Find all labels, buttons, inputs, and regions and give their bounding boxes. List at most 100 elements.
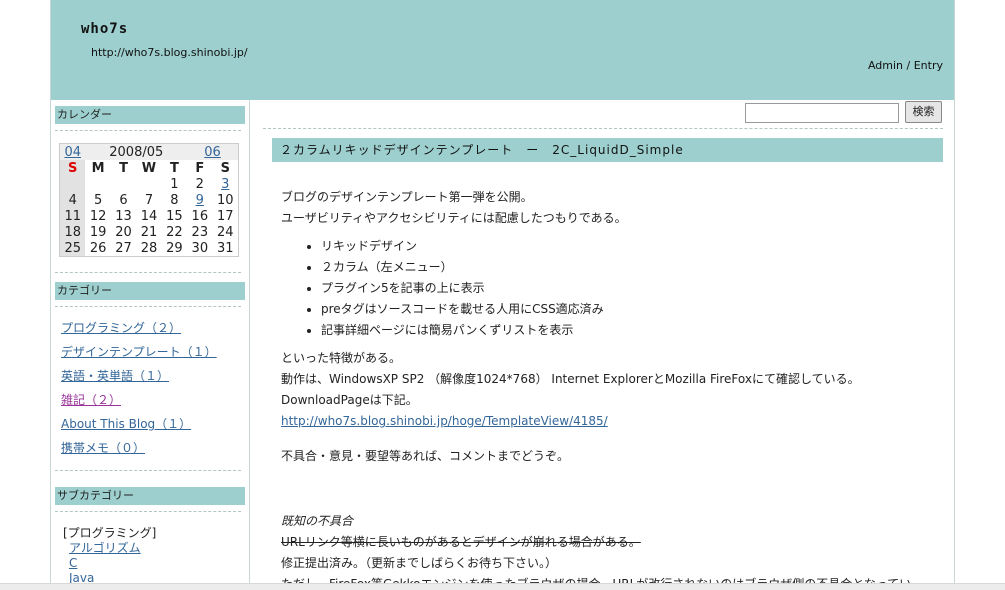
admin-separator: /: [906, 59, 911, 72]
calendar-day: 13: [115, 208, 132, 224]
entry-paragraph: といった特徴がある。: [281, 351, 402, 365]
calendar-week: 4 5 6 7 8 9 10: [60, 192, 238, 208]
list-item: 記事詳細ページには簡易パンくずリストを表示: [321, 320, 931, 341]
calendar-day: 14: [140, 208, 158, 224]
calendar-week: 18 19 20 21 22 23 24: [60, 224, 238, 240]
calendar: 04 2008/05 06 S M T W T F S 1 2 3 4 5 6 …: [59, 143, 239, 257]
calendar-day: 18: [60, 224, 86, 240]
calendar-day-link[interactable]: 3: [221, 177, 229, 192]
calendar-week: 11 12 13 14 15 16 17: [60, 208, 238, 224]
feature-list: リキッドデザイン ２カラム（左メニュー） プラグイン5を記事の上に表示 preタ…: [281, 236, 931, 341]
divider: [55, 306, 241, 307]
list-item: リキッドデザイン: [321, 236, 931, 257]
calendar-week: 25 26 27 28 29 30 31: [60, 240, 238, 256]
category-link-english[interactable]: 英語・英単語（１）: [61, 364, 217, 388]
divider: [55, 130, 241, 131]
sidebar: カレンダー 04 2008/05 06 S M T W T F S 1 2 3 …: [51, 100, 250, 589]
admin-links: Admin / Entry: [868, 59, 943, 72]
admin-link[interactable]: Admin: [868, 59, 903, 72]
weekday-label: T: [169, 160, 179, 176]
calendar-day: 26: [89, 240, 107, 256]
calendar-day: 28: [140, 240, 158, 256]
entry-title[interactable]: ２カラムリキッドデザインテンプレート ー 2C_LiquidD_Simple: [272, 138, 943, 162]
divider: [55, 470, 241, 471]
calendar-day: [60, 176, 86, 192]
entry-link[interactable]: Entry: [914, 59, 943, 72]
entry-paragraph: 修正提出済み。（更新までしばらくお待ち下さい。）: [281, 556, 558, 570]
calendar-weekdays: S M T W T F S: [60, 160, 238, 176]
calendar-day: 2: [195, 176, 204, 192]
weekday-label: T: [119, 160, 128, 176]
calendar-month: 2008/05: [85, 144, 188, 160]
calendar-prev-month-link[interactable]: 04: [64, 145, 81, 160]
calendar-day: [136, 176, 161, 192]
site-title[interactable]: who7s: [81, 21, 128, 37]
calendar-next-month-link[interactable]: 06: [204, 145, 221, 160]
category-link-about[interactable]: About This Blog（１）: [61, 412, 217, 436]
list-item: preタグはソースコードを載せる人用にCSS適応済み: [321, 299, 931, 320]
entry-paragraph: 動作は、WindowsXP SP2 （解像度1024*768） Internet…: [281, 372, 860, 386]
known-issues-heading: 既知の不具合: [281, 514, 354, 528]
weekday-label: W: [141, 160, 157, 176]
calendar-day: 5: [93, 192, 103, 208]
calendar-day: 31: [216, 240, 234, 256]
category-heading: カテゴリー: [55, 282, 245, 300]
subcategory-link-algorithm[interactable]: アルゴリズム: [69, 541, 156, 556]
divider: [55, 511, 241, 512]
calendar-day: 12: [89, 208, 107, 224]
category-link-programming[interactable]: プログラミング（２）: [61, 316, 217, 340]
calendar-day: 29: [166, 240, 183, 256]
category-link-misc[interactable]: 雑記（２）: [61, 388, 217, 412]
calendar-day: [111, 176, 136, 192]
calendar-day: 20: [115, 224, 132, 240]
calendar-day: 16: [191, 208, 209, 224]
weekday-label: S: [220, 160, 230, 176]
calendar-day: 17: [216, 208, 234, 224]
search-input[interactable]: [745, 103, 899, 123]
weekday-label: F: [195, 160, 205, 176]
subcategory-link-c[interactable]: C: [69, 556, 156, 571]
calendar-day: 27: [115, 240, 132, 256]
calendar-day: 15: [166, 208, 183, 224]
weekday-label: M: [91, 160, 105, 176]
calendar-day: 21: [140, 224, 158, 240]
calendar-day: [85, 176, 110, 192]
category-list: プログラミング（２） デザインテンプレート（１） 英語・英単語（１） 雑記（２）…: [61, 316, 217, 460]
download-link[interactable]: http://who7s.blog.shinobi.jp/hoge/Templa…: [281, 414, 608, 428]
calendar-day: 1: [170, 176, 179, 192]
list-item: プラグイン5を記事の上に表示: [321, 278, 931, 299]
calendar-heading: カレンダー: [55, 106, 245, 124]
site-header: who7s http://who7s.blog.shinobi.jp/ Admi…: [51, 0, 954, 100]
calendar-day: 23: [191, 224, 209, 240]
category-link-mobile-memo[interactable]: 携帯メモ（０）: [61, 436, 217, 460]
entry-paragraph: 不具合・意見・要望等あれば、コメントまでどうぞ。: [281, 449, 570, 463]
entry-paragraph: ユーザビリティやアクセシビリティには配慮したつもりである。: [281, 211, 627, 225]
entry-paragraph: ブログのデザインテンプレート第一弾を公開。: [281, 190, 533, 204]
list-item: ２カラム（左メニュー）: [321, 257, 931, 278]
page: who7s http://who7s.blog.shinobi.jp/ Admi…: [50, 0, 955, 589]
calendar-day: 8: [170, 192, 179, 208]
calendar-day-link[interactable]: 9: [196, 193, 204, 208]
calendar-day: 24: [216, 224, 234, 240]
calendar-day: 4: [60, 192, 86, 208]
weekday-label: S: [60, 160, 86, 176]
category-link-design-template[interactable]: デザインテンプレート（１）: [61, 340, 217, 364]
subcategory-list: [プログラミング] アルゴリズム C Java: [63, 526, 156, 586]
subcategory-heading: サブカテゴリー: [55, 487, 245, 505]
entry-body: ブログのデザインテンプレート第一弾を公開。 ユーザビリティやアクセシビリティには…: [281, 187, 931, 589]
calendar-week: 1 2 3: [60, 176, 238, 192]
calendar-day: 7: [144, 192, 154, 208]
calendar-day: 30: [191, 240, 209, 256]
calendar-day: 11: [60, 208, 86, 224]
calendar-day: 22: [166, 224, 183, 240]
entry-paragraph: DownloadPageは下記。: [281, 393, 418, 407]
calendar-day: 25: [60, 240, 86, 256]
subcategory-group-label: [プログラミング]: [63, 526, 157, 540]
search-button[interactable]: 検索: [905, 101, 942, 123]
site-url: http://who7s.blog.shinobi.jp/: [91, 46, 248, 59]
calendar-day: 6: [119, 192, 128, 208]
divider: [263, 128, 943, 129]
calendar-day: 10: [216, 192, 234, 208]
